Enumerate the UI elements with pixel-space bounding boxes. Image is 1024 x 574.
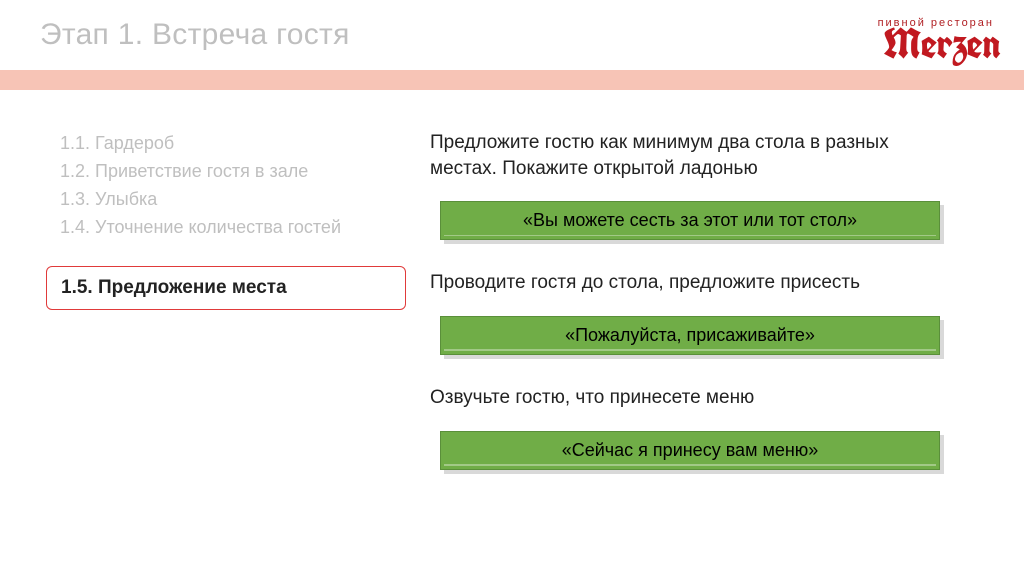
phrase-callout: «Пожалуйста, присаживайте» (440, 316, 940, 355)
instruction-text: Озвучьте гостю, что принесете меню (430, 385, 960, 411)
header-divider (0, 70, 1024, 90)
instruction-text: Проводите гостя до стола, предложите при… (430, 270, 960, 296)
toc-item: 1.2. Приветствие гостя в зале (60, 158, 400, 186)
brand-logo: пивной ресторан Merzen (878, 18, 1004, 65)
toc-active-highlight: 1.5. Предложение места (46, 266, 406, 310)
toc-item: 1.4. Уточнение количества гостей (60, 214, 400, 242)
phrase-callout: «Сейчас я принесу вам меню» (440, 431, 940, 470)
instruction-text: Предложите гостю как минимум два стола в… (430, 130, 960, 181)
phrase-callout: «Вы можете сесть за этот или тот стол» (440, 201, 940, 240)
toc-active-item: 1.5. Предложение места (61, 277, 391, 299)
page-title: Этап 1. Встреча гостя (40, 18, 350, 52)
toc-item: 1.3. Улыбка (60, 186, 400, 214)
logo-name: Merzen (883, 16, 1000, 71)
toc-item: 1.1. Гардероб (60, 130, 400, 158)
